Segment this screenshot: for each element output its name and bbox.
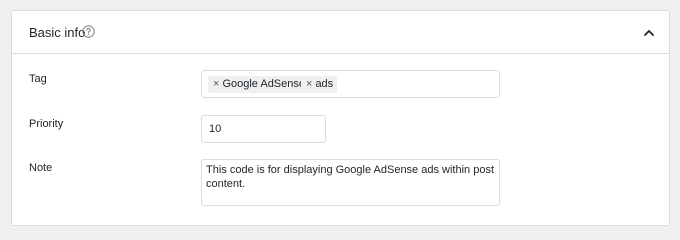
priority-label: Priority bbox=[29, 118, 64, 130]
tag-chip-label: ads bbox=[315, 78, 334, 90]
basic-info-panel: Basic info Tag × Google AdSense × ads Prio… bbox=[11, 10, 670, 226]
priority-input[interactable] bbox=[201, 115, 326, 143]
tag-label: Tag bbox=[29, 73, 47, 85]
tag-chip-ads: × ads bbox=[301, 76, 338, 93]
note-textarea[interactable]: This code is for displaying Google AdSen… bbox=[201, 159, 500, 206]
remove-tag-icon[interactable]: × bbox=[306, 78, 312, 90]
panel-header[interactable]: Basic info bbox=[12, 11, 669, 54]
help-circle-icon[interactable] bbox=[82, 25, 95, 38]
tag-chip-google-adsense: × Google AdSense bbox=[208, 76, 310, 93]
note-label: Note bbox=[29, 162, 53, 174]
panel-title: Basic info bbox=[29, 25, 86, 40]
tag-input[interactable]: × Google AdSense × ads bbox=[201, 70, 500, 98]
remove-tag-icon[interactable]: × bbox=[213, 78, 219, 90]
chevron-up-icon[interactable] bbox=[643, 27, 655, 39]
tag-chip-label: Google AdSense bbox=[222, 78, 306, 90]
